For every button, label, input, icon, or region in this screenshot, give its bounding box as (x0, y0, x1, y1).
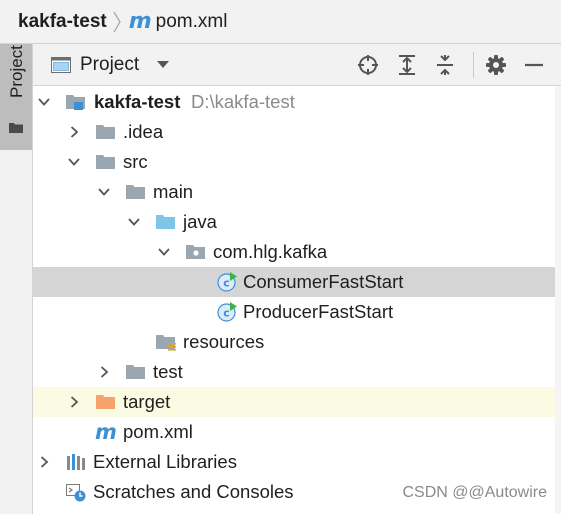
tree-item-label: main (153, 181, 194, 202)
navigation-bar: kakfa-test m pom.xml (0, 0, 561, 44)
breadcrumb-separator-icon (113, 11, 121, 32)
tree-item-java[interactable]: java (33, 207, 555, 237)
chevron-down-icon[interactable] (68, 156, 80, 168)
chevron-right-icon[interactable] (68, 396, 80, 408)
tree-item-consumer-class[interactable]: c ConsumerFastStart (33, 267, 555, 297)
project-tree: kakfa-test D:\kakfa-test .idea src main (33, 86, 561, 514)
breadcrumb-project[interactable]: kakfa-test (18, 11, 107, 33)
project-tool-tab-label: Project (7, 45, 26, 98)
project-tool-tab[interactable]: Project (0, 44, 32, 150)
watermark: CSDN @@Autowire (402, 484, 547, 501)
view-mode-select[interactable]: Project (51, 52, 170, 78)
view-mode-label: Project (80, 54, 140, 75)
left-tool-strip: Project (0, 44, 33, 514)
tree-item-label: com.hlg.kafka (213, 241, 328, 262)
tree-item-label: Scratches and Consoles (93, 481, 294, 502)
vertical-scrollbar[interactable] (555, 86, 561, 514)
chevron-right-icon[interactable] (38, 456, 50, 468)
maven-file-icon: m (95, 420, 117, 444)
project-panel-toolbar: Project (33, 44, 561, 86)
folder-icon (126, 365, 145, 379)
tree-item-package[interactable]: com.hlg.kafka (33, 237, 555, 267)
chevron-right-icon[interactable] (68, 126, 80, 138)
collapse-all-icon[interactable] (434, 54, 456, 76)
chevron-down-icon (157, 61, 170, 68)
tree-item-label: target (123, 391, 171, 412)
hide-minus-icon[interactable] (523, 54, 545, 76)
chevron-down-icon[interactable] (128, 216, 140, 228)
folder-icon (96, 125, 115, 139)
tree-item-src[interactable]: src (33, 147, 555, 177)
svg-text:c: c (223, 307, 230, 320)
root-module-name: kakfa-test (94, 91, 181, 112)
tree-item-target[interactable]: target (33, 387, 555, 417)
svg-text:c: c (223, 277, 230, 290)
folder-icon (9, 123, 23, 133)
module-folder-icon (66, 95, 85, 110)
source-folder-icon (156, 215, 175, 229)
java-class-icon: c (217, 272, 237, 292)
chevron-down-icon[interactable] (158, 246, 170, 258)
toolbar-divider (473, 52, 474, 78)
tree-item-label: pom.xml (123, 421, 193, 442)
settings-gear-icon[interactable] (485, 54, 507, 76)
folder-icon (96, 155, 115, 169)
tree-item-idea[interactable]: .idea (33, 117, 555, 147)
library-icon (67, 454, 85, 470)
excluded-folder-icon (96, 395, 115, 409)
expand-all-icon[interactable] (396, 54, 418, 76)
tree-item-external-libraries[interactable]: External Libraries (33, 447, 555, 477)
tree-item-label: resources (183, 331, 265, 352)
project-view-icon (51, 57, 71, 73)
breadcrumb-file[interactable]: pom.xml (156, 11, 228, 33)
tree-item-pom[interactable]: m pom.xml (33, 417, 555, 447)
locate-icon[interactable] (357, 54, 379, 76)
tree-item-producer-class[interactable]: c ProducerFastStart (33, 297, 555, 327)
tree-item-label: java (183, 211, 217, 232)
resources-folder-icon (156, 335, 176, 351)
package-icon (186, 245, 205, 259)
root-module-path: D:\kakfa-test (191, 91, 295, 112)
maven-file-icon: m (128, 9, 152, 34)
folder-icon (126, 185, 145, 199)
tree-item-main[interactable]: main (33, 177, 555, 207)
java-class-icon: c (217, 302, 237, 322)
tree-item-label: ProducerFastStart (243, 301, 394, 322)
tree-item-label: src (123, 151, 148, 172)
chevron-down-icon[interactable] (98, 186, 110, 198)
tree-item-label: .idea (123, 121, 164, 142)
tree-item-label: ConsumerFastStart (243, 271, 404, 292)
chevron-right-icon[interactable] (98, 366, 110, 378)
tree-item-label: test (153, 361, 183, 382)
tree-item-label: External Libraries (93, 451, 237, 472)
chevron-down-icon[interactable] (38, 96, 50, 108)
tree-item-root[interactable]: kakfa-test D:\kakfa-test (33, 87, 555, 117)
tree-item-resources[interactable]: resources (33, 327, 555, 357)
tree-item-test[interactable]: test (33, 357, 555, 387)
scratches-icon (66, 484, 86, 502)
